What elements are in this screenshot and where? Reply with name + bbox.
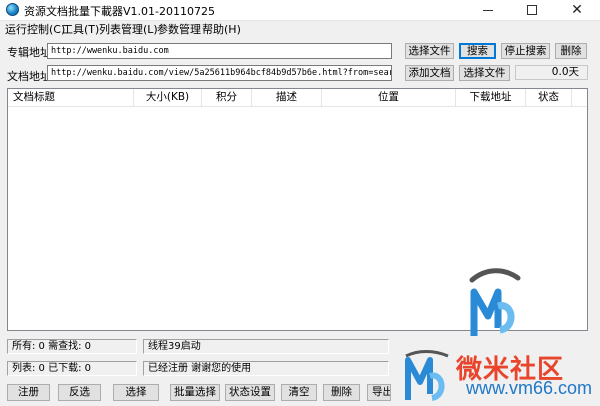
watermark-url: www.vm66.com <box>466 378 593 398</box>
maximize-button[interactable] <box>510 1 554 19</box>
select-file-button-2[interactable]: 选择文件 <box>459 65 510 81</box>
col-status[interactable]: 状态 <box>526 89 572 106</box>
menu-parameter-management[interactable]: 参数管理 <box>157 21 201 37</box>
col-location[interactable]: 位置 <box>322 89 456 106</box>
col-size[interactable]: 大小(KB) <box>134 89 202 106</box>
menu-help[interactable]: 帮助(H) <box>202 21 241 37</box>
invert-selection-button[interactable]: 反选 <box>58 384 101 401</box>
register-button[interactable]: 注册 <box>7 384 50 401</box>
status-settings-button[interactable]: 状态设置 <box>225 384 275 401</box>
minimize-icon <box>483 9 493 11</box>
status-list-count: 列表: 0 已下载: 0 <box>7 361 137 376</box>
batch-select-button[interactable]: 批量选择 <box>170 384 220 401</box>
delete-bottom-button[interactable]: 删除 <box>323 384 360 401</box>
window-title: 资源文档批量下載器V1.01-20110725 <box>24 5 215 18</box>
doc-address-input[interactable]: http://wenku.baidu.com/view/5a25611b964b… <box>47 65 392 81</box>
minimize-button[interactable] <box>466 1 510 19</box>
close-button[interactable]: ✕ <box>555 1 599 19</box>
col-description[interactable]: 描述 <box>252 89 322 106</box>
title-bar: 资源文档批量下載器V1.01-20110725 ✕ <box>0 0 600 21</box>
status-threads: 线程39启动 <box>143 339 389 354</box>
watermark-logo-icon <box>469 268 521 336</box>
col-title[interactable]: 文档标题 <box>8 89 134 106</box>
menu-run-control[interactable]: 运行控制(C) <box>5 21 65 37</box>
maximize-icon <box>527 5 537 15</box>
select-button[interactable]: 选择 <box>113 384 159 401</box>
app-icon <box>6 3 19 16</box>
delete-button[interactable]: 删除 <box>555 43 587 59</box>
menu-tools[interactable]: 工具(T) <box>62 21 99 37</box>
doc-address-label: 文档地址 <box>7 70 51 83</box>
clear-button[interactable]: 清空 <box>281 384 317 401</box>
status-registration: 已经注册 谢谢您的使用 <box>143 361 389 376</box>
watermark-small-logo-icon <box>405 350 449 401</box>
add-doc-button[interactable]: 添加文档 <box>405 65 454 81</box>
menu-bar: 运行控制(C) 工具(T) 列表管理(L) 参数管理 帮助(H) <box>0 20 600 36</box>
select-file-button[interactable]: 选择文件 <box>405 43 454 59</box>
col-download-url[interactable]: 下载地址 <box>456 89 526 106</box>
days-display: 0.0天 <box>515 65 588 80</box>
album-address-input[interactable]: http://wwenku.baidu.com <box>47 43 392 59</box>
stop-search-button[interactable]: 停止搜索 <box>501 43 550 59</box>
col-points[interactable]: 积分 <box>202 89 252 106</box>
export-button[interactable]: 导出 <box>367 384 391 401</box>
menu-list-management[interactable]: 列表管理(L) <box>99 21 158 37</box>
album-address-label: 专辑地址 <box>7 46 51 59</box>
close-icon: ✕ <box>571 2 583 18</box>
list-header: 文档标题 大小(KB) 积分 描述 位置 下载地址 状态 <box>8 89 587 107</box>
status-all-count: 所有: 0 需查找: 0 <box>7 339 137 354</box>
search-button[interactable]: 搜索 <box>459 43 496 59</box>
